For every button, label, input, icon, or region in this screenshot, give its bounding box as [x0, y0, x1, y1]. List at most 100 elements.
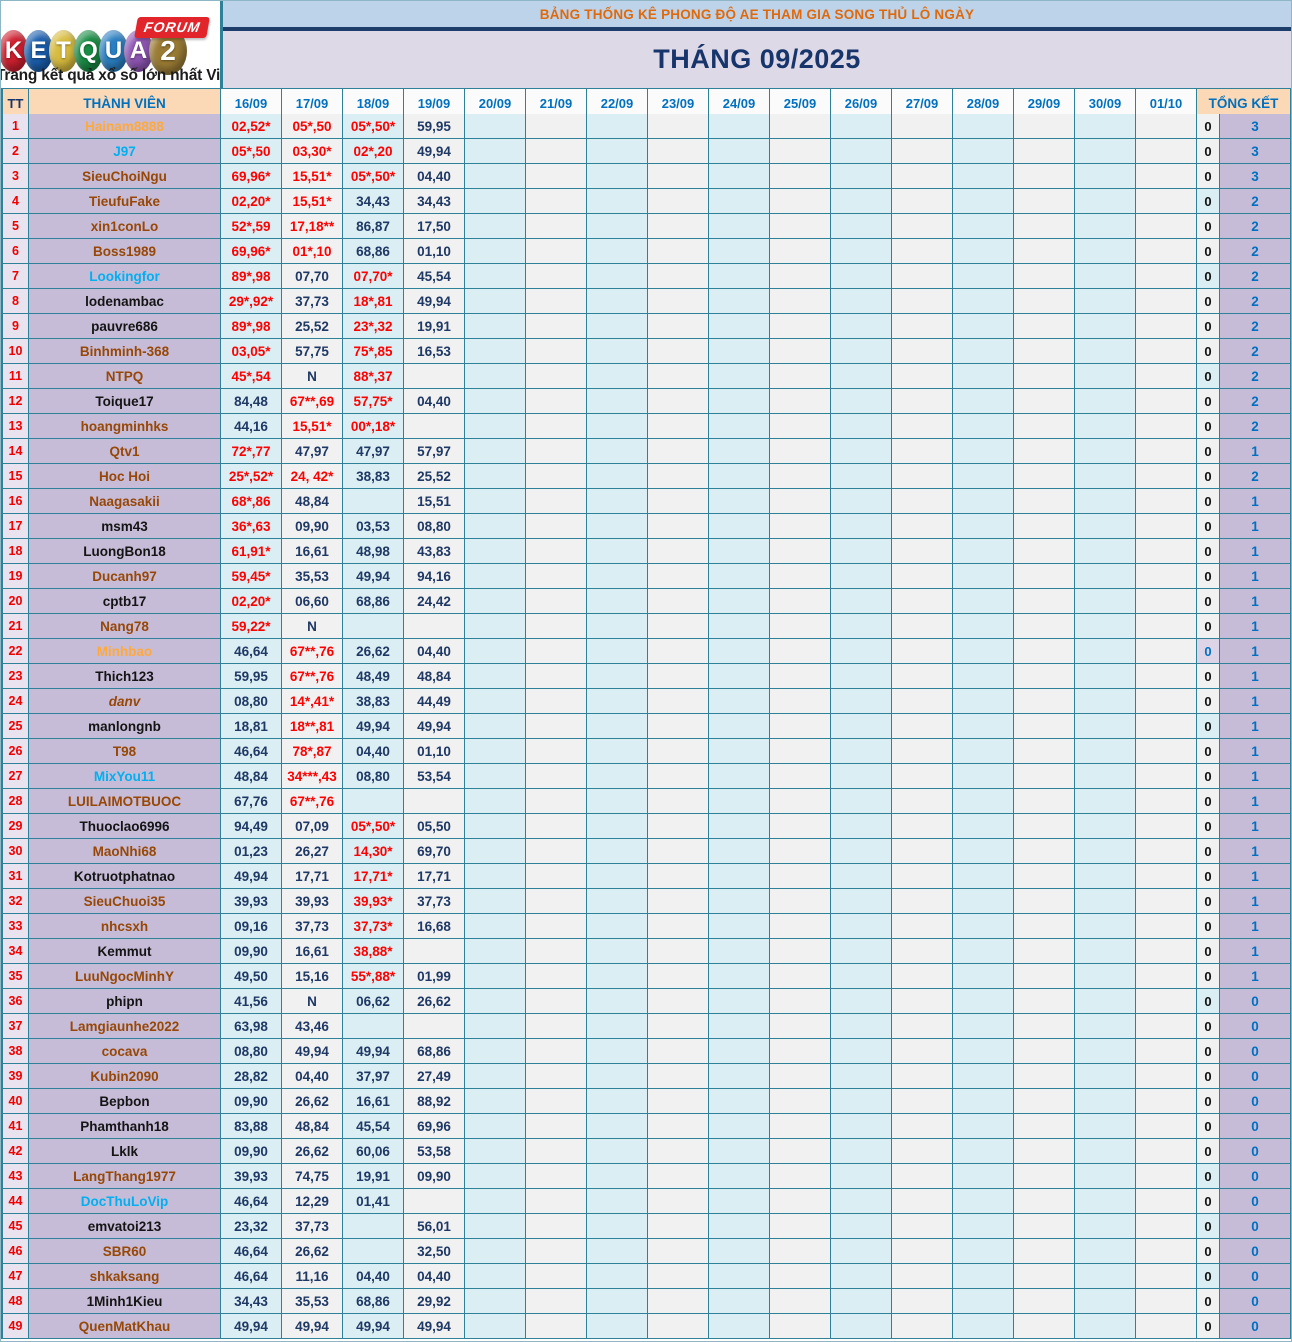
empty-cell — [709, 364, 770, 389]
empty-cell — [831, 614, 892, 639]
value-cell: 88,92 — [404, 1089, 465, 1114]
total-cell: 0 — [1220, 1114, 1291, 1139]
empty-cell — [648, 939, 709, 964]
rank-cell: 31 — [3, 864, 29, 889]
empty-cell — [892, 439, 953, 464]
empty-cell — [953, 1014, 1014, 1039]
empty-cell — [648, 614, 709, 639]
empty-cell — [892, 1089, 953, 1114]
empty-cell — [526, 264, 587, 289]
rank-cell: 2 — [3, 139, 29, 164]
empty-cell — [709, 489, 770, 514]
total-cell: 3 — [1220, 114, 1291, 139]
empty-cell — [770, 1164, 831, 1189]
empty-cell — [465, 414, 526, 439]
empty-cell — [587, 739, 648, 764]
empty-cell — [465, 664, 526, 689]
empty-cell — [953, 114, 1014, 139]
rank-cell: 19 — [3, 564, 29, 589]
value-cell: 35,53 — [282, 564, 343, 589]
empty-cell — [1075, 1264, 1136, 1289]
empty-cell — [465, 1264, 526, 1289]
empty-cell — [465, 1064, 526, 1089]
empty-cell — [1075, 414, 1136, 439]
empty-cell — [587, 1039, 648, 1064]
member-name-cell: Thich123 — [29, 664, 221, 689]
empty-cell — [892, 639, 953, 664]
rank-cell: 13 — [3, 414, 29, 439]
value-cell: 49,94 — [404, 139, 465, 164]
rank-cell: 30 — [3, 839, 29, 864]
rank-cell: 10 — [3, 339, 29, 364]
rank-cell: 20 — [3, 589, 29, 614]
empty-cell — [465, 789, 526, 814]
zero-cell: 0 — [1197, 414, 1220, 439]
empty-cell — [831, 1264, 892, 1289]
empty-cell — [1136, 514, 1197, 539]
empty-cell — [587, 689, 648, 714]
empty-cell — [709, 914, 770, 939]
empty-cell — [1014, 939, 1075, 964]
value-cell: 37,73* — [343, 914, 404, 939]
rank-cell: 46 — [3, 1239, 29, 1264]
value-cell: 08,80 — [221, 1039, 282, 1064]
empty-cell — [587, 1114, 648, 1139]
empty-cell — [953, 1114, 1014, 1139]
empty-cell — [953, 564, 1014, 589]
total-cell: 2 — [1220, 464, 1291, 489]
empty-cell — [892, 1189, 953, 1214]
empty-cell — [404, 789, 465, 814]
empty-cell — [831, 1214, 892, 1239]
total-cell: 1 — [1220, 614, 1291, 639]
empty-cell — [953, 1189, 1014, 1214]
value-cell: 59,45* — [221, 564, 282, 589]
empty-cell — [1136, 339, 1197, 364]
empty-cell — [770, 889, 831, 914]
empty-cell — [1075, 739, 1136, 764]
total-cell: 2 — [1220, 239, 1291, 264]
site-logo: KETQUA2 FORUM Trang kết quả xổ số lớn nh… — [1, 1, 223, 88]
total-cell: 1 — [1220, 739, 1291, 764]
empty-cell — [770, 589, 831, 614]
empty-cell — [1075, 1214, 1136, 1239]
value-cell: 83,88 — [221, 1114, 282, 1139]
zero-cell: 0 — [1197, 489, 1220, 514]
value-cell: 26,27 — [282, 839, 343, 864]
empty-cell — [770, 339, 831, 364]
value-cell: 38,88* — [343, 939, 404, 964]
empty-cell — [587, 939, 648, 964]
member-name-cell: Hainam8888 — [29, 114, 221, 139]
empty-cell — [831, 1314, 892, 1339]
empty-cell — [587, 1064, 648, 1089]
empty-cell — [953, 639, 1014, 664]
empty-cell — [831, 1114, 892, 1139]
empty-cell — [892, 1139, 953, 1164]
empty-cell — [770, 1114, 831, 1139]
empty-cell — [953, 1139, 1014, 1164]
empty-cell — [465, 464, 526, 489]
empty-cell — [953, 889, 1014, 914]
empty-cell — [526, 1089, 587, 1114]
empty-cell — [587, 589, 648, 614]
empty-cell — [892, 664, 953, 689]
rank-cell: 48 — [3, 1289, 29, 1314]
empty-cell — [465, 639, 526, 664]
empty-cell — [648, 1139, 709, 1164]
empty-cell — [831, 389, 892, 414]
empty-cell — [404, 1189, 465, 1214]
zero-cell: 0 — [1197, 939, 1220, 964]
month-title: THÁNG 09/2025 — [223, 31, 1291, 88]
empty-cell — [892, 1164, 953, 1189]
total-cell: 1 — [1220, 514, 1291, 539]
value-cell: 15,51* — [282, 164, 343, 189]
rank-cell: 42 — [3, 1139, 29, 1164]
value-cell: 26,62 — [343, 639, 404, 664]
empty-cell — [1014, 1239, 1075, 1264]
empty-cell — [770, 314, 831, 339]
empty-cell — [526, 1139, 587, 1164]
total-cell: 1 — [1220, 889, 1291, 914]
empty-cell — [1014, 1214, 1075, 1239]
value-cell: 19,91 — [343, 1164, 404, 1189]
empty-cell — [526, 414, 587, 439]
empty-cell — [465, 889, 526, 914]
